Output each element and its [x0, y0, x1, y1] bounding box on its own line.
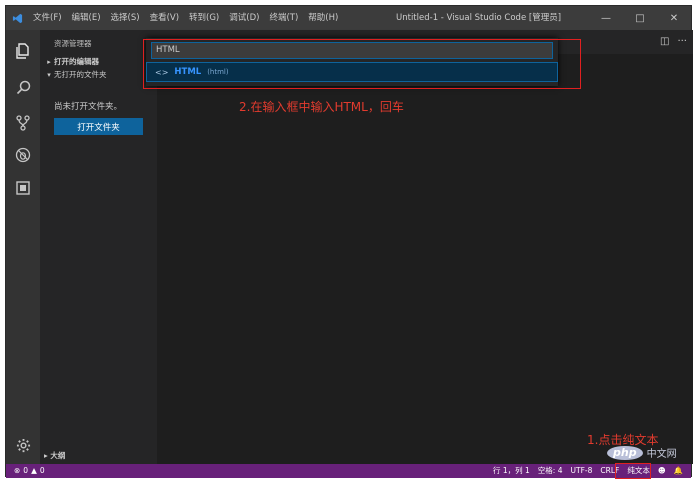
explorer-sidebar: 资源管理器 ▸ 打开的编辑器 ▾ 无打开的文件夹 尚未打开文件夹。 打开文件夹 ▸ … — [40, 30, 157, 464]
menu-edit[interactable]: 编辑(E) — [67, 6, 106, 30]
php-logo: php — [607, 445, 643, 460]
menu-selection[interactable]: 选择(S) — [106, 6, 145, 30]
menu-debug[interactable]: 调试(D) — [224, 6, 264, 30]
menu-go[interactable]: 转到(G) — [184, 6, 224, 30]
window-title: Untitled-1 - Visual Studio Code [管理员] — [396, 13, 562, 23]
chevron-right-icon: ▸ — [47, 58, 51, 66]
open-editors-label: 打开的编辑器 — [54, 57, 99, 66]
vscode-window: 文件(F) 编辑(E) 选择(S) 查看(V) 转到(G) 调试(D) 终端(T… — [5, 5, 693, 479]
highlight-box-language — [615, 463, 651, 479]
no-folder-section[interactable]: ▾ 无打开的文件夹 — [44, 69, 107, 80]
watermark: php 中文网 — [607, 445, 677, 460]
no-folder-section-label: 无打开的文件夹 — [54, 70, 107, 79]
error-icon: ⊗ — [14, 466, 21, 475]
status-right: 行 1，列 1 空格: 4 UTF-8 CRLF 纯文本 ☻ 🔔 — [493, 464, 683, 478]
split-editor-icon[interactable]: ◫ — [660, 30, 669, 54]
explorer-icon[interactable] — [6, 36, 40, 66]
debug-icon[interactable] — [6, 140, 40, 170]
source-control-icon[interactable] — [6, 108, 40, 138]
menu-file[interactable]: 文件(F) — [28, 6, 67, 30]
window-controls: — □ ✕ — [589, 6, 691, 30]
notifications-bell-icon[interactable]: 🔔 — [674, 464, 683, 478]
warning-icon: ▲ — [31, 466, 37, 475]
open-folder-button[interactable]: 打开文件夹 — [54, 118, 143, 135]
menu-bar: 文件(F) 编辑(E) 选择(S) 查看(V) 转到(G) 调试(D) 终端(T… — [28, 6, 343, 30]
gear-icon[interactable] — [6, 430, 40, 460]
feedback-smiley-icon[interactable]: ☻ — [658, 464, 666, 478]
watermark-text: 中文网 — [646, 449, 677, 460]
maximize-icon[interactable]: □ — [623, 6, 657, 30]
highlight-box-input — [143, 39, 581, 89]
extensions-icon[interactable] — [6, 173, 40, 203]
open-editors-section[interactable]: ▸ 打开的编辑器 — [44, 56, 99, 67]
sidebar-title: 资源管理器 — [54, 39, 92, 48]
outline-section[interactable]: ▸ 大纲 — [44, 450, 65, 461]
title-bar: 文件(F) 编辑(E) 选择(S) 查看(V) 转到(G) 调试(D) 终端(T… — [6, 6, 691, 30]
close-icon[interactable]: ✕ — [657, 6, 691, 30]
encoding[interactable]: UTF-8 — [571, 464, 593, 478]
cursor-position[interactable]: 行 1，列 1 — [493, 464, 530, 478]
search-icon[interactable] — [6, 72, 40, 102]
menu-terminal[interactable]: 终端(T) — [264, 6, 303, 30]
problems-indicator[interactable]: ⊗ 0 ▲ 0 — [14, 464, 45, 478]
status-bar: ⊗ 0 ▲ 0 行 1，列 1 空格: 4 UTF-8 CRLF 纯文本 ☻ 🔔 — [6, 464, 691, 478]
editor-actions: ◫ ··· — [660, 30, 687, 54]
warning-count: 0 — [39, 466, 45, 475]
activity-bar — [6, 30, 40, 464]
error-count: 0 — [23, 466, 29, 475]
minimize-icon[interactable]: — — [589, 6, 623, 30]
vscode-logo-icon — [6, 13, 28, 24]
no-folder-message: 尚未打开文件夹。 — [54, 102, 123, 112]
chevron-down-icon: ▾ — [47, 71, 51, 79]
annotation-step-2: 2.在输入框中输入HTML，回车 — [239, 100, 404, 114]
indentation[interactable]: 空格: 4 — [538, 464, 563, 478]
chevron-right-icon: ▸ — [44, 451, 48, 460]
outline-label: 大纲 — [50, 451, 66, 460]
editor-area[interactable]: ◫ ··· — [157, 30, 693, 464]
menu-help[interactable]: 帮助(H) — [303, 6, 343, 30]
menu-view[interactable]: 查看(V) — [145, 6, 184, 30]
more-actions-icon[interactable]: ··· — [677, 30, 687, 54]
